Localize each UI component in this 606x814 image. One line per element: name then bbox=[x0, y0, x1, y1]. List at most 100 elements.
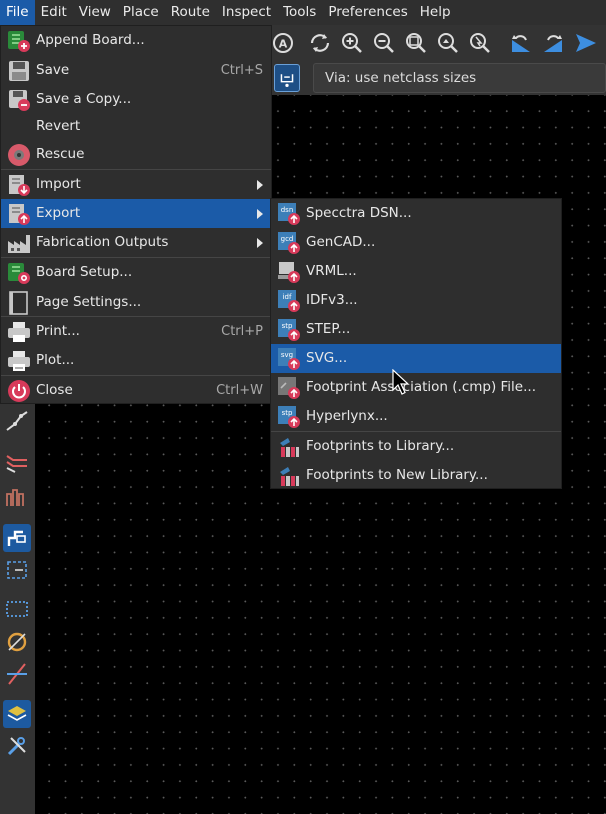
diff-pair-icon bbox=[6, 455, 27, 473]
footprint-new-library-icon bbox=[280, 467, 299, 486]
left-toolbar bbox=[0, 404, 35, 814]
export-item-gencad[interactable]: gcd GenCAD... bbox=[271, 228, 561, 257]
import-icon bbox=[9, 175, 30, 196]
file-menu-item-board-setup[interactable]: Board Setup... bbox=[1, 258, 271, 287]
file-menu-item-page-settings[interactable]: Page Settings... bbox=[1, 288, 271, 317]
menu-help[interactable]: Help bbox=[414, 0, 457, 25]
submenu-arrow-icon bbox=[257, 180, 263, 190]
stp-file-icon: stp bbox=[278, 319, 300, 341]
menu-place[interactable]: Place bbox=[117, 0, 165, 25]
file-menu-item-print[interactable]: Print... Ctrl+P bbox=[1, 317, 271, 346]
tools-button[interactable] bbox=[3, 732, 31, 760]
file-menu-item-export[interactable]: Export bbox=[1, 199, 271, 228]
export-item-step[interactable]: stp STEP... bbox=[271, 315, 561, 344]
export-item-footprints-to-library[interactable]: Footprints to Library... bbox=[271, 432, 561, 461]
netclass-icon bbox=[280, 74, 294, 88]
footprint-library-icon bbox=[280, 438, 299, 457]
menubar: File Edit View Place Route Inspect Tools… bbox=[0, 0, 606, 25]
export-submenu: dsn Specctra DSN... gcd GenCAD... VRML..… bbox=[270, 198, 562, 489]
vrml-file-icon bbox=[278, 262, 300, 283]
cmp-file-icon bbox=[278, 377, 300, 399]
route-track-icon bbox=[6, 411, 28, 431]
file-menu-item-close[interactable]: Close Ctrl+W bbox=[1, 376, 271, 405]
line-icon bbox=[7, 663, 27, 685]
netclass-toggle-button[interactable] bbox=[274, 64, 300, 92]
fabrication-icon bbox=[8, 235, 30, 253]
add-footprint-button[interactable] bbox=[3, 524, 31, 552]
file-menu: Append Board... Save Ctrl+S Save a Copy.… bbox=[0, 25, 272, 404]
menu-preferences[interactable]: Preferences bbox=[322, 0, 413, 25]
zone-icon bbox=[7, 561, 27, 579]
file-menu-item-save[interactable]: Save Ctrl+S bbox=[1, 56, 271, 85]
zoom-in-icon[interactable] bbox=[339, 30, 365, 56]
wrench-icon bbox=[7, 737, 26, 756]
page-settings-icon bbox=[9, 291, 28, 315]
export-item-vrml[interactable]: VRML... bbox=[271, 257, 561, 286]
file-menu-item-fabrication-outputs[interactable]: Fabrication Outputs bbox=[1, 228, 271, 257]
menu-file[interactable]: File bbox=[0, 0, 35, 25]
graphic-polygon-icon bbox=[6, 601, 28, 617]
zoom-fit-icon[interactable] bbox=[403, 30, 429, 56]
save-icon bbox=[9, 61, 29, 81]
file-menu-item-import[interactable]: Import bbox=[1, 170, 271, 199]
submenu-arrow-icon bbox=[257, 209, 263, 219]
dsn-file-icon: dsn bbox=[278, 203, 300, 225]
footprint-icon bbox=[7, 530, 26, 546]
export-item-footprints-to-new-library[interactable]: Footprints to New Library... bbox=[271, 461, 561, 490]
add-arc-button[interactable] bbox=[3, 628, 31, 656]
board-setup-icon bbox=[8, 263, 30, 284]
rescue-icon bbox=[8, 144, 30, 166]
export-item-specctra-dsn[interactable]: dsn Specctra DSN... bbox=[271, 199, 561, 228]
via-size-select[interactable]: Via: use netclass sizes bbox=[313, 63, 606, 93]
layers-icon bbox=[7, 706, 27, 721]
refresh-icon[interactable] bbox=[307, 30, 333, 56]
hyperlynx-file-icon: stp bbox=[278, 406, 300, 428]
add-zone-button[interactable] bbox=[3, 556, 31, 584]
menu-inspect[interactable]: Inspect bbox=[216, 0, 277, 25]
export-item-footprint-association[interactable]: Footprint Association (.cmp) File... bbox=[271, 373, 561, 402]
export-icon bbox=[9, 204, 30, 225]
export-item-idfv3[interactable]: idf IDFv3... bbox=[271, 286, 561, 315]
svg-text:stp: stp bbox=[282, 322, 293, 330]
menu-tools[interactable]: Tools bbox=[277, 0, 322, 25]
mouse-cursor-icon bbox=[392, 369, 408, 395]
route-diff-pair-button[interactable] bbox=[3, 448, 31, 476]
route-track-button[interactable] bbox=[3, 408, 31, 436]
gcd-file-icon: gcd bbox=[278, 232, 300, 254]
add-line-button[interactable] bbox=[3, 660, 31, 688]
layers-button[interactable] bbox=[3, 700, 31, 728]
mirror-icon[interactable] bbox=[573, 30, 599, 56]
print-icon bbox=[8, 322, 30, 342]
save-copy-icon bbox=[9, 90, 30, 111]
svg-text:A: A bbox=[279, 38, 288, 51]
svg-text:gcd: gcd bbox=[281, 235, 294, 243]
zoom-selection-icon[interactable] bbox=[467, 30, 493, 56]
file-menu-item-revert[interactable]: Revert bbox=[1, 112, 271, 141]
arc-icon bbox=[7, 632, 27, 652]
submenu-arrow-icon bbox=[257, 238, 263, 248]
annotate-icon[interactable]: A bbox=[270, 30, 296, 56]
file-menu-item-save-copy[interactable]: Save a Copy... bbox=[1, 85, 271, 114]
zoom-out-icon[interactable] bbox=[371, 30, 397, 56]
svg-text:svg: svg bbox=[281, 351, 293, 359]
file-menu-item-plot[interactable]: Plot... bbox=[1, 346, 271, 375]
menu-view[interactable]: View bbox=[73, 0, 117, 25]
close-icon bbox=[8, 380, 30, 402]
export-item-svg[interactable]: svg SVG... bbox=[271, 344, 561, 373]
tune-length-button[interactable] bbox=[3, 482, 31, 510]
file-menu-item-append-board[interactable]: Append Board... bbox=[1, 26, 271, 55]
tune-length-icon bbox=[6, 489, 24, 506]
menu-route[interactable]: Route bbox=[165, 0, 216, 25]
file-menu-item-rescue[interactable]: Rescue bbox=[1, 140, 271, 169]
add-graphic-button[interactable] bbox=[3, 594, 31, 622]
rotate-ccw-icon[interactable] bbox=[508, 30, 534, 56]
export-item-hyperlynx[interactable]: stp Hyperlynx... bbox=[271, 402, 561, 431]
rotate-cw-icon[interactable] bbox=[540, 30, 566, 56]
menu-edit[interactable]: Edit bbox=[35, 0, 73, 25]
zoom-objects-icon[interactable] bbox=[435, 30, 461, 56]
idf-file-icon: idf bbox=[278, 290, 300, 312]
svg-text:stp: stp bbox=[282, 409, 293, 417]
svg-file-icon: svg bbox=[278, 348, 300, 370]
plot-icon bbox=[8, 351, 30, 371]
append-board-icon bbox=[8, 31, 30, 52]
